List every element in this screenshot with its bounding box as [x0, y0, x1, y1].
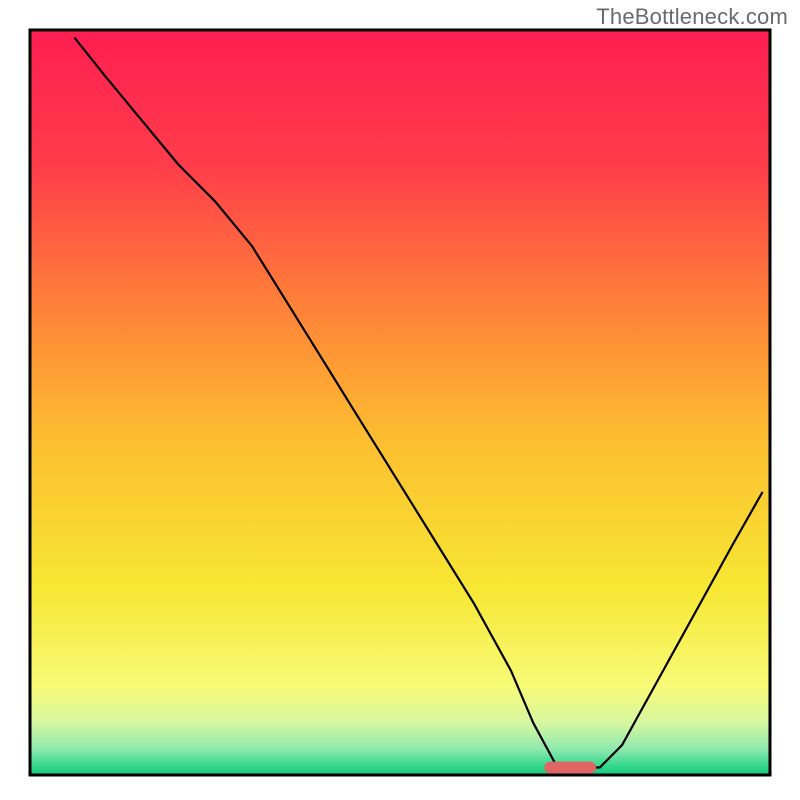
plot-background	[30, 30, 770, 775]
optimum-marker	[544, 762, 596, 774]
watermark-label: TheBottleneck.com	[596, 4, 788, 30]
chart-container: TheBottleneck.com	[0, 0, 800, 800]
bottleneck-chart	[0, 0, 800, 800]
plot-area	[30, 30, 770, 775]
